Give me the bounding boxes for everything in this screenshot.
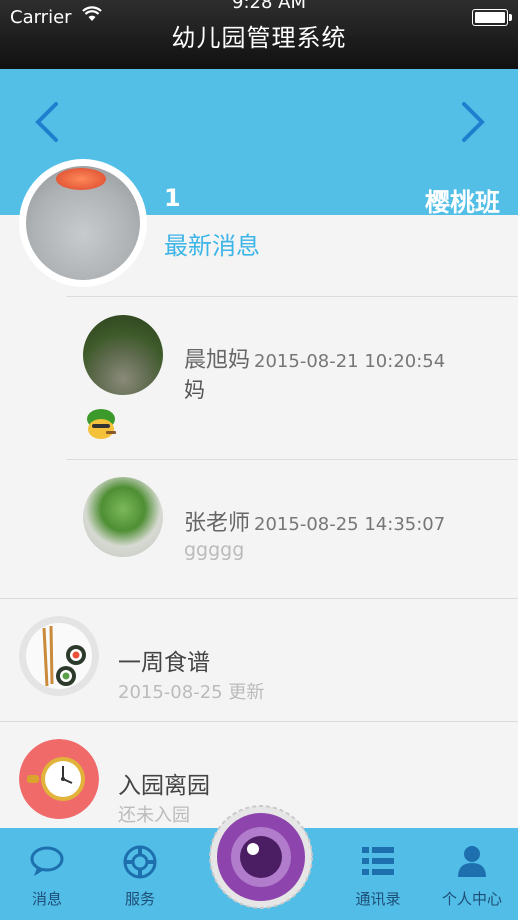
tab-contacts[interactable]: 通讯录 xyxy=(343,828,413,920)
avatar xyxy=(83,315,163,395)
lifebuoy-icon xyxy=(123,845,157,879)
tab-label: 消息 xyxy=(31,890,62,908)
card-subtitle: 还未入园 xyxy=(118,805,190,826)
emoji-icon xyxy=(87,409,116,439)
card-title: 入园离园 xyxy=(118,773,210,799)
sushi-plate-icon xyxy=(19,616,99,696)
message-time: 2015-08-21 10:20:54 xyxy=(254,351,446,372)
tab-messages[interactable]: 消息 xyxy=(12,828,82,920)
tab-label: 服务 xyxy=(124,890,155,908)
tab-services[interactable]: 服务 xyxy=(105,828,175,920)
message-body: 妈 xyxy=(184,378,205,402)
pocket-watch-icon xyxy=(19,739,99,819)
tab-profile[interactable]: 个人中心 xyxy=(437,828,507,920)
tab-label: 个人中心 xyxy=(441,890,502,908)
divider xyxy=(0,598,518,599)
latest-news-title[interactable]: 最新消息 xyxy=(164,226,260,261)
divider xyxy=(0,721,518,722)
class-name[interactable]: 樱桃班 xyxy=(425,183,500,219)
camera-button[interactable] xyxy=(209,805,313,909)
divider xyxy=(66,459,518,460)
page-title: 幼儿园管理系统 xyxy=(171,24,347,52)
person-icon xyxy=(458,846,486,877)
card-title: 一周食谱 xyxy=(118,650,210,676)
card-subtitle: 2015-08-25 更新 xyxy=(118,682,265,703)
avatar xyxy=(83,477,163,557)
message-sender: 晨旭妈 2015-08-21 10:20:54 xyxy=(184,342,445,374)
class-avatar[interactable] xyxy=(19,159,147,287)
message-sender: 张老师 2015-08-25 14:35:07 xyxy=(184,505,445,537)
divider xyxy=(66,296,518,297)
sender-name: 张老师 xyxy=(184,511,251,536)
message-time: 2015-08-25 14:35:07 xyxy=(254,514,446,535)
tab-label: 通讯录 xyxy=(355,890,401,908)
message-body: ggggg xyxy=(184,539,245,561)
chevron-left-icon[interactable] xyxy=(32,100,62,144)
class-number: 1 xyxy=(164,184,181,212)
contact-list-icon xyxy=(362,847,394,875)
chat-bubble-icon xyxy=(30,846,64,876)
navigation-bar: 幼儿园管理系统 xyxy=(0,24,518,69)
sender-name: 晨旭妈 xyxy=(184,348,251,373)
clock: 9:28 AM xyxy=(232,0,306,13)
chevron-right-icon[interactable] xyxy=(458,100,488,144)
